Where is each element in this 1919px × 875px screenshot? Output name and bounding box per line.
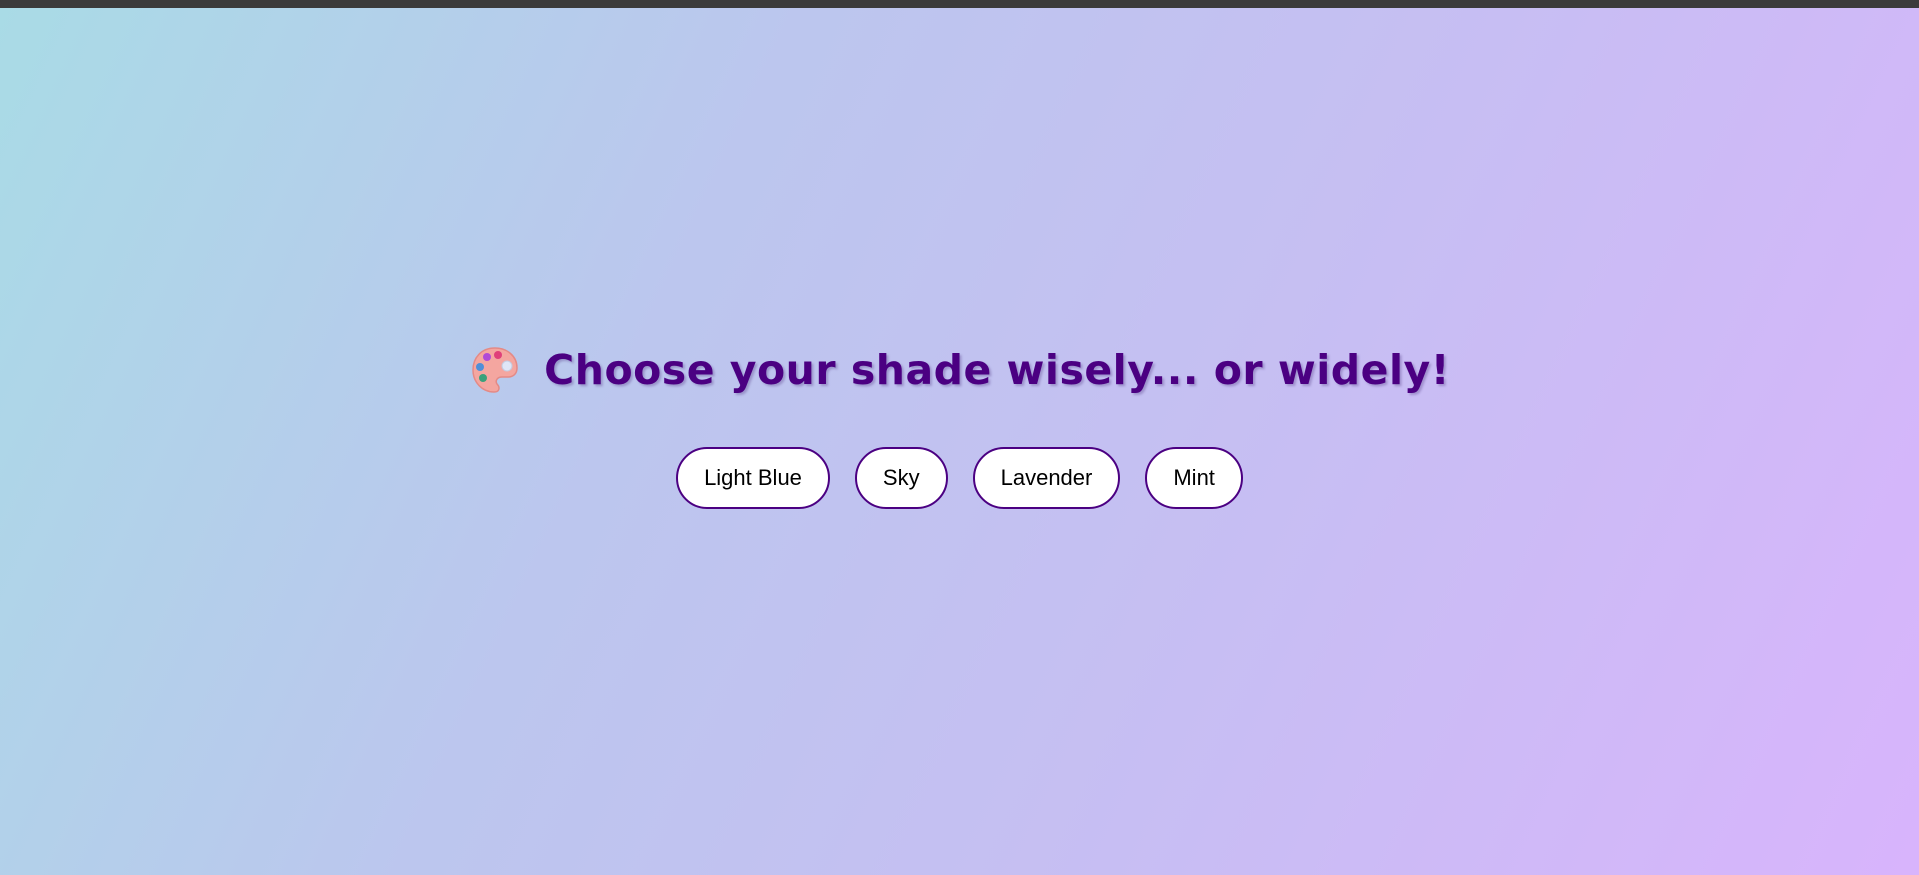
artist-palette-icon	[469, 344, 521, 396]
page-title: Choose your shade wisely... or widely!	[544, 346, 1450, 394]
shade-button-light-blue[interactable]: Light Blue	[676, 447, 830, 509]
browser-top-bar	[0, 0, 1919, 8]
shade-button-sky[interactable]: Sky	[854, 447, 948, 509]
shade-button-mint[interactable]: Mint	[1145, 447, 1243, 509]
page-background: Choose your shade wisely... or widely! L…	[0, 8, 1919, 875]
shade-button-lavender[interactable]: Lavender	[972, 447, 1121, 509]
page-heading: Choose your shade wisely... or widely!	[0, 344, 1919, 396]
shade-button-group: Light Blue Sky Lavender Mint	[0, 447, 1919, 509]
